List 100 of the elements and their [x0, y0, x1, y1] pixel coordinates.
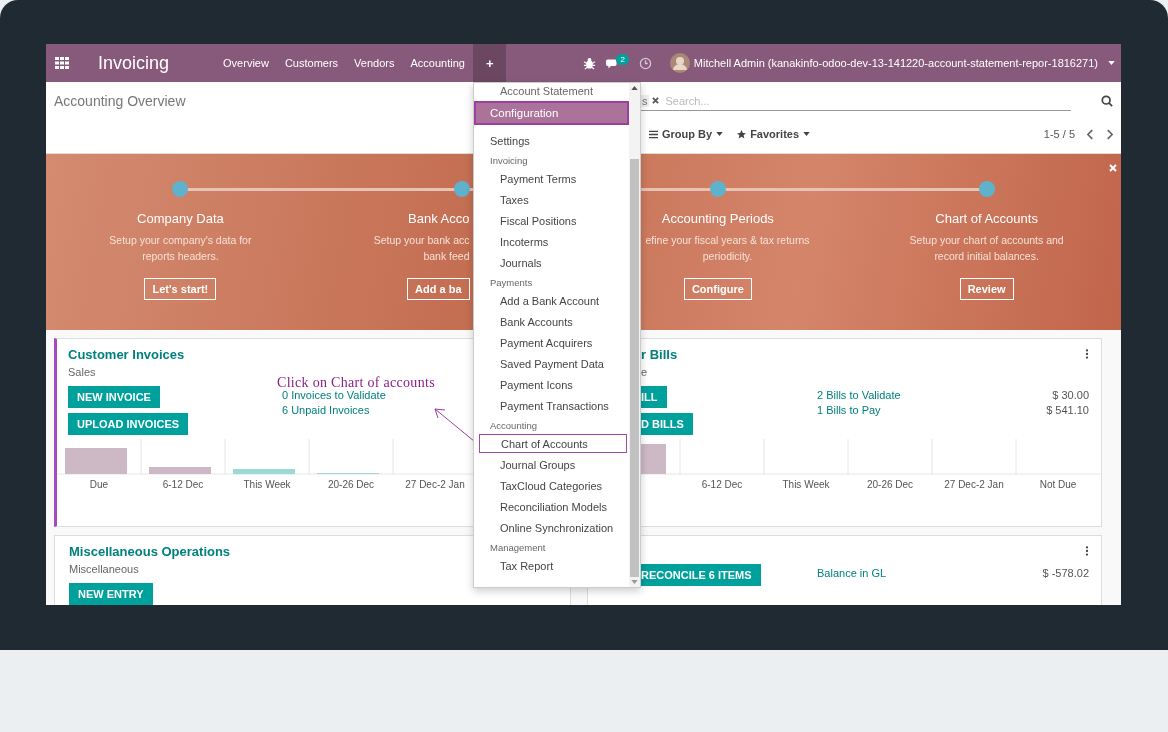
action-button[interactable]: UPLOAD INVOICES [68, 413, 189, 435]
menu-section-label: Invoicing [489, 153, 529, 168]
chart-label: Due [88, 478, 110, 490]
close-icon[interactable] [651, 97, 659, 104]
menu-item[interactable]: Taxes [474, 190, 627, 209]
nav-menu-item[interactable]: Overview [215, 44, 277, 82]
favorites-button[interactable]: Favorites [750, 128, 800, 140]
action-button[interactable]: D BILLS [641, 413, 693, 435]
step-title: Accounting Periods [661, 211, 774, 226]
nav-menu-item[interactable]: Customers [276, 44, 347, 82]
step-dot [453, 181, 470, 197]
chevron-right-icon[interactable] [1106, 128, 1113, 140]
menu-section-label: Payments [489, 275, 534, 290]
menu-section-label: Accounting [489, 418, 538, 433]
card-subtitle: Sales [68, 366, 96, 378]
apps-menu-icon[interactable] [55, 57, 69, 69]
card-title[interactable]: Miscellaneous Operations [69, 543, 231, 559]
kebab-menu-icon[interactable] [1085, 349, 1089, 359]
menu-item[interactable]: Payment Transactions [474, 396, 627, 415]
menu-item[interactable]: Incoterms [474, 232, 627, 251]
avatar-icon[interactable] [669, 53, 690, 73]
card-subtitle: Miscellaneous [69, 562, 139, 575]
step-description: efine your fiscal years & tax returns periodicity. [645, 233, 810, 264]
step-button[interactable]: Configure [683, 278, 752, 300]
stat-link[interactable]: Balance in GL [817, 566, 887, 579]
card-title[interactable]: r Bills [641, 347, 678, 362]
step-button[interactable]: Review [959, 278, 1014, 300]
annotation-text: Click on Chart of accounts [277, 375, 435, 391]
chart-label: 20-26 Dec [326, 478, 376, 490]
menu-item[interactable]: Reconciliation Models [474, 497, 627, 516]
nav-menu-item[interactable]: + [472, 44, 507, 82]
step-dot [978, 181, 995, 197]
menu-item[interactable]: TaxCloud Categories [474, 476, 627, 495]
breadcrumb: Accounting Overview [54, 93, 186, 109]
stat-link[interactable]: 1 Bills to Pay [817, 404, 881, 416]
chat-icon[interactable] [606, 56, 620, 70]
menu-item[interactable]: Journals [474, 253, 627, 272]
caret-icon[interactable] [803, 132, 811, 136]
menu-item[interactable]: Saved Payment Data [474, 354, 627, 373]
stat-link[interactable]: 6 Unpaid Invoices [282, 404, 370, 416]
action-button[interactable]: RECONCILE 6 ITEMS [641, 563, 761, 586]
menu-item[interactable]: Journal Groups [474, 455, 627, 474]
menu-section-label: Management [489, 540, 547, 555]
step-title: Bank Acco [408, 211, 470, 226]
chart-label: 6-12 Dec [700, 478, 744, 490]
group-by-button[interactable]: Group By [662, 128, 713, 140]
scrollbar-thumb[interactable] [630, 159, 639, 577]
chart-label: This Week [242, 478, 292, 490]
notification-badge: 2 [616, 53, 629, 65]
step-button[interactable]: Add a ba [407, 278, 470, 300]
action-button[interactable]: NEW ENTRY [69, 582, 153, 605]
menu-header[interactable]: Configuration [474, 101, 629, 125]
menu-item[interactable]: Bank Accounts [474, 312, 627, 331]
step-description: Setup your chart of accounts and record initial balances. [909, 233, 1064, 264]
card-title[interactable]: Customer Invoices [68, 347, 185, 362]
search-facet: s [641, 94, 649, 107]
star-icon [737, 129, 747, 139]
chart-bar [149, 467, 211, 474]
menu-item[interactable]: Online Synchronization [474, 518, 627, 537]
pager-value: 1-5 / 5 [1043, 128, 1075, 140]
chart-label: 20-26 Dec [865, 478, 915, 490]
chart-label: This Week [781, 478, 831, 490]
nav-menu-item[interactable]: Vendors [346, 44, 403, 82]
chart-label: 6-12 Dec [161, 478, 205, 490]
app-title: Invoicing [98, 52, 170, 74]
stat-link[interactable]: 0 Invoices to Validate [282, 389, 386, 401]
menu-item[interactable]: Account Statement [474, 84, 627, 98]
stat-link[interactable]: 2 Bills to Validate [817, 389, 901, 401]
chart-bar [233, 469, 295, 474]
kebab-menu-icon[interactable] [1085, 545, 1089, 556]
caret-icon[interactable] [1108, 61, 1115, 65]
stat-amount: $ 30.00 [1052, 389, 1089, 401]
menu-item[interactable]: Chart of Accounts [479, 434, 627, 453]
step-dot [709, 181, 726, 197]
nav-menu-item[interactable]: Accounting [402, 44, 473, 82]
menu-item[interactable]: Payment Acquirers [474, 333, 627, 352]
user-menu[interactable]: Mitchell Admin (kanakinfo-odoo-dev-13-141220-account-statement-repor-1816271) [693, 57, 1098, 69]
menu-item[interactable]: Tax Report [474, 556, 627, 575]
step-title: Company Data [137, 211, 224, 226]
step-button[interactable]: Let's start! [144, 278, 217, 300]
chart-label: Not Due [1038, 478, 1078, 490]
list-icon [649, 129, 658, 139]
menu-item[interactable]: Fiscal Positions [474, 211, 627, 230]
step-description: Setup your company's data for reports headers. [109, 233, 252, 264]
caret-icon[interactable] [716, 132, 724, 136]
bug-icon[interactable] [583, 56, 597, 70]
step-dot [172, 181, 189, 197]
step-title: Chart of Accounts [935, 211, 1038, 226]
action-button[interactable]: NEW INVOICE [68, 386, 160, 408]
menu-item[interactable]: Payment Terms [474, 169, 627, 188]
menu-item[interactable]: Settings [474, 131, 627, 150]
scroll-up-icon[interactable] [631, 86, 638, 90]
menu-item[interactable]: Add a Bank Account [474, 291, 627, 310]
chevron-left-icon[interactable] [1087, 128, 1094, 140]
search-icon[interactable] [1101, 95, 1113, 107]
scroll-down-icon[interactable] [631, 580, 638, 584]
action-button[interactable]: ILL [641, 386, 667, 408]
menu-item[interactable]: Payment Icons [474, 375, 627, 394]
scrollbar[interactable] [629, 83, 640, 587]
clock-icon[interactable] [638, 56, 652, 70]
